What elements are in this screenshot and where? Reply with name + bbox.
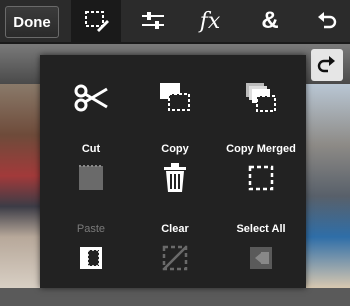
menu-item-clear[interactable]: Clear bbox=[131, 156, 219, 235]
undo-icon bbox=[318, 12, 337, 29]
invert-selection-icon bbox=[80, 247, 102, 269]
menu-item-label: Paste bbox=[76, 223, 106, 235]
fill-selection-icon bbox=[250, 247, 272, 269]
blend-button[interactable]: & bbox=[245, 0, 295, 42]
menu-item-cut[interactable]: Cut bbox=[47, 76, 135, 155]
menu-item-paste[interactable]: Paste bbox=[47, 156, 135, 235]
menu-item-label: Copy bbox=[161, 143, 189, 155]
deselect-icon bbox=[162, 245, 188, 271]
copy-merged-icon bbox=[246, 83, 276, 112]
edit-menu: Cut Copy Copy Merged Paste Clear Select … bbox=[40, 55, 306, 288]
redo-button[interactable] bbox=[311, 49, 343, 81]
fx-icon: fx bbox=[199, 8, 221, 34]
selection-edit-icon bbox=[85, 11, 109, 32]
redo-icon bbox=[317, 56, 335, 73]
menu-item-copy-merged[interactable]: Copy Merged bbox=[217, 76, 305, 155]
photo-right-edge bbox=[305, 84, 350, 288]
copy-icon bbox=[160, 83, 190, 111]
menu-item-label: Select All bbox=[236, 223, 286, 235]
menu-item-deselect[interactable] bbox=[131, 236, 219, 306]
adjust-button[interactable] bbox=[128, 0, 178, 42]
menu-item-label: Copy Merged bbox=[226, 143, 296, 155]
menu-item-fill-selection[interactable] bbox=[217, 236, 305, 306]
menu-item-invert-selection[interactable] bbox=[47, 236, 135, 306]
scissors-icon bbox=[74, 84, 108, 112]
selection-tool-button[interactable] bbox=[71, 0, 121, 42]
select-all-icon bbox=[248, 165, 274, 191]
menu-item-select-all[interactable]: Select All bbox=[217, 156, 305, 235]
effects-button[interactable]: fx bbox=[185, 0, 235, 42]
top-toolbar: Done fx & bbox=[0, 0, 350, 44]
sliders-icon bbox=[142, 12, 164, 29]
undo-button[interactable] bbox=[302, 0, 350, 42]
menu-item-copy[interactable]: Copy bbox=[131, 76, 219, 155]
trash-icon bbox=[164, 163, 186, 192]
menu-item-label: Clear bbox=[161, 223, 189, 235]
photo-left-edge bbox=[0, 84, 40, 288]
menu-item-label: Cut bbox=[81, 143, 101, 155]
ampersand-icon: & bbox=[261, 7, 279, 34]
done-button[interactable]: Done bbox=[5, 6, 59, 38]
paste-icon bbox=[79, 165, 103, 190]
